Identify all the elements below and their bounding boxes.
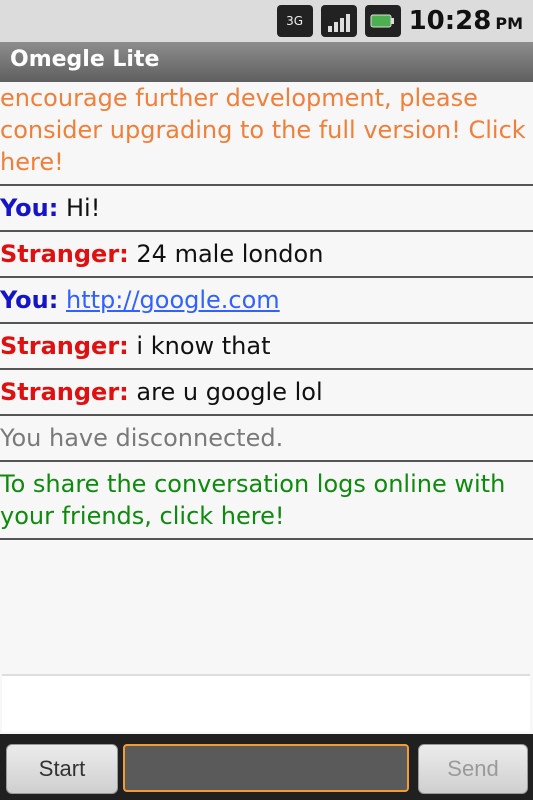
status-icons: 3G 10:28 PM <box>276 4 523 38</box>
network-label: 3G <box>286 14 304 28</box>
message-text: i know that <box>136 332 271 360</box>
clock: 10:28 PM <box>409 6 523 36</box>
share-logs-link[interactable]: To share the conversation logs online wi… <box>0 462 533 540</box>
start-button[interactable]: Start <box>6 744 118 794</box>
signal-strength-icon <box>320 5 357 37</box>
chat-scroll-end <box>2 674 530 732</box>
message-speaker: Stranger: <box>0 332 129 360</box>
bottom-area: Start Send <box>0 674 533 800</box>
status-bar: 3G 10:28 PM <box>0 0 533 42</box>
message-text: Hi! <box>66 194 101 222</box>
chat-message: You: http://google.com <box>0 278 533 324</box>
disconnected-notice: You have disconnected. <box>0 416 533 462</box>
clock-meridiem: PM <box>495 14 523 33</box>
upgrade-notice[interactable]: Android. For more features and to encour… <box>0 82 533 186</box>
send-button[interactable]: Send <box>418 744 528 794</box>
chat-message: Stranger: i know that <box>0 324 533 370</box>
signal-bars-svg <box>327 14 350 32</box>
message-input[interactable] <box>123 744 409 792</box>
button-bar: Start Send <box>0 734 533 800</box>
message-text: are u google lol <box>136 378 323 406</box>
battery-icon <box>364 5 401 37</box>
message-speaker: Stranger: <box>0 240 129 268</box>
message-speaker: You: <box>0 286 59 314</box>
message-text: 24 male london <box>136 240 324 268</box>
chat-message: Stranger: 24 male london <box>0 232 533 278</box>
app-title: Omegle Lite <box>10 47 160 72</box>
message-link[interactable]: http://google.com <box>66 286 280 314</box>
battery-svg <box>370 14 394 28</box>
network-3g-icon: 3G <box>276 5 313 37</box>
clock-time: 10:28 <box>408 6 492 36</box>
chat-message: Stranger: are u google lol <box>0 370 533 416</box>
chat-message: You: Hi! <box>0 186 533 232</box>
message-speaker: Stranger: <box>0 378 129 406</box>
chat-log[interactable]: Android. For more features and to encour… <box>0 82 533 674</box>
app-title-bar: Omegle Lite <box>0 42 533 84</box>
message-speaker: You: <box>0 194 59 222</box>
